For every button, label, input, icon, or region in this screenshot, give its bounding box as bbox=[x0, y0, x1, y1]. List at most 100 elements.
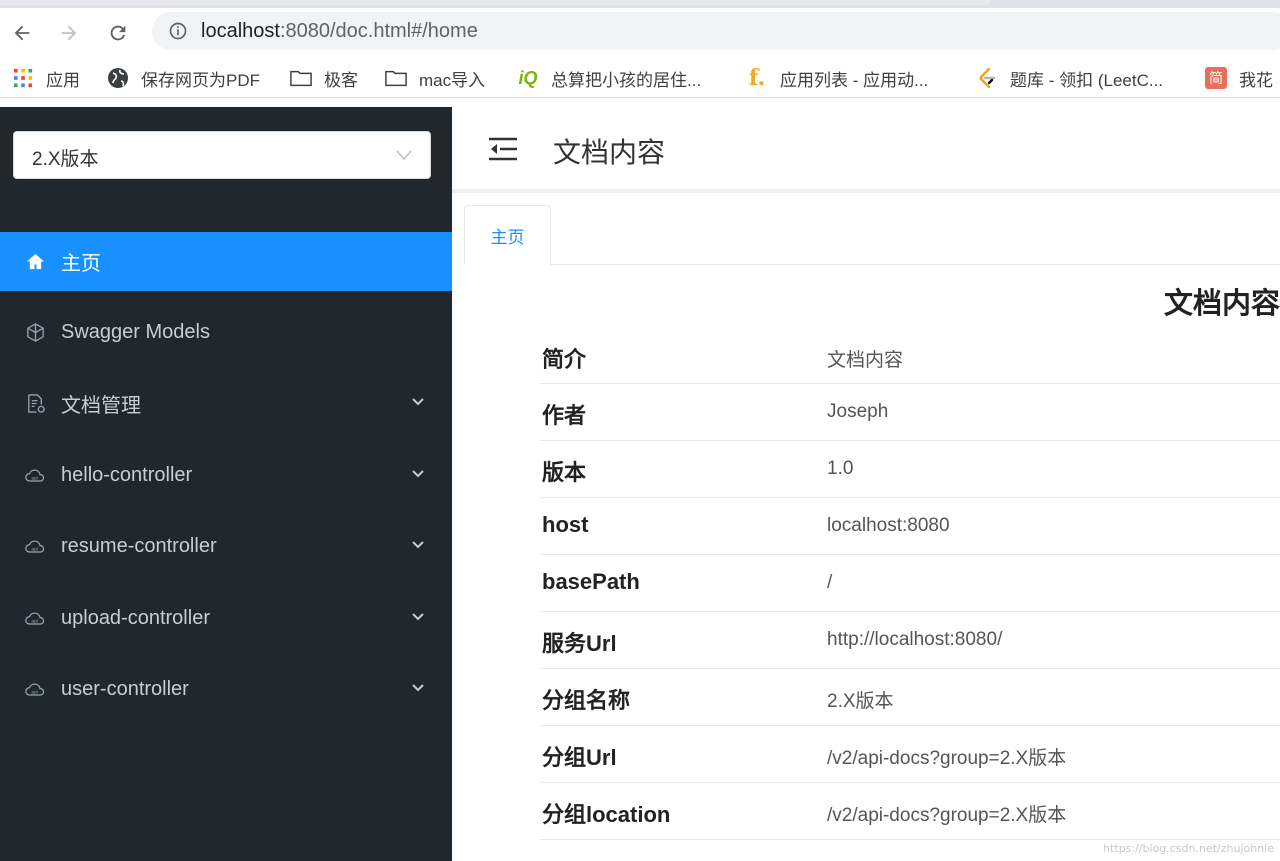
bookmark-label: 应用列表 - 应用动... bbox=[780, 70, 929, 90]
app-root: 2.X版本 主页 Swagger Models 文档管理 api hello-c… bbox=[0, 107, 1280, 861]
leetcode-icon bbox=[976, 67, 998, 89]
folder-icon bbox=[385, 67, 407, 89]
bookmark-label: mac导入 bbox=[419, 70, 486, 90]
browser-tabstrip bbox=[0, 0, 1280, 8]
row-value: Joseph bbox=[827, 401, 889, 422]
iq-logo-icon: iQ bbox=[518, 67, 538, 88]
sidebar-item-resume-controller[interactable]: api resume-controller bbox=[0, 517, 452, 576]
doc-info-table: 简介 文档内容 作者 Joseph 版本 1.0 host localhost:… bbox=[540, 334, 1280, 840]
table-row: 分组名称 2.X版本 bbox=[540, 669, 1280, 726]
sidebar-item-label: 文档管理 bbox=[61, 395, 141, 417]
sidebar-item-label: Swagger Models bbox=[61, 321, 210, 343]
reload-button[interactable] bbox=[103, 18, 133, 48]
row-value: 1.0 bbox=[827, 458, 854, 479]
sidebar-item-user-controller[interactable]: api user-controller bbox=[0, 660, 452, 719]
bookmark-app-list[interactable]: f. 应用列表 - 应用动... bbox=[746, 65, 929, 91]
active-tab-edge bbox=[0, 0, 990, 5]
url-text[interactable]: localhost:8080/doc.html#/home bbox=[201, 20, 478, 43]
row-value: /v2/api-docs?group=2.X版本 bbox=[827, 748, 1067, 769]
chevron-down-icon bbox=[412, 398, 424, 406]
forward-button[interactable] bbox=[54, 18, 84, 48]
row-key: 简介 bbox=[542, 347, 587, 372]
folder-icon bbox=[290, 67, 312, 89]
table-row: basePath / bbox=[540, 555, 1280, 612]
row-value: / bbox=[827, 572, 833, 593]
chevron-down-icon bbox=[396, 150, 412, 161]
table-row: 简介 文档内容 bbox=[540, 334, 1280, 384]
doc-settings-icon bbox=[24, 393, 46, 415]
arrow-right-icon bbox=[61, 25, 77, 41]
apps-grid-icon bbox=[12, 67, 34, 89]
bookmark-label: 应用 bbox=[46, 70, 80, 90]
api-cloud-icon: api bbox=[24, 536, 46, 558]
url-host: localhost bbox=[201, 20, 280, 42]
chevron-down-icon bbox=[412, 470, 424, 478]
svg-text:api: api bbox=[31, 476, 38, 482]
row-key: 分组Url bbox=[542, 745, 617, 770]
sidebar-item-swagger-models[interactable]: Swagger Models bbox=[0, 303, 452, 362]
bookmark-folder-mac-import[interactable]: mac导入 bbox=[385, 66, 485, 90]
main-content: 文档内容 主页 文档内容 简介 文档内容 作者 Joseph 版本 1.0 ho… bbox=[452, 107, 1280, 861]
chevron-down-icon bbox=[412, 541, 424, 549]
sidebar-item-label: hello-controller bbox=[61, 464, 193, 486]
row-key: 分组名称 bbox=[542, 688, 631, 713]
bookmark-article[interactable]: iQ 总算把小孩的居住... bbox=[517, 66, 701, 90]
sidebar-item-label: 主页 bbox=[61, 253, 101, 275]
chevron-down-icon bbox=[412, 684, 424, 692]
sidebar-item-hello-controller[interactable]: api hello-controller bbox=[0, 446, 452, 505]
table-row: host localhost:8080 bbox=[540, 498, 1280, 555]
sidebar: 2.X版本 主页 Swagger Models 文档管理 api hello-c… bbox=[0, 107, 452, 861]
sidebar-item-label: resume-controller bbox=[61, 535, 217, 557]
bookmark-save-pdf[interactable]: 保存网页为PDF bbox=[107, 66, 260, 90]
sidebar-item-home[interactable]: 主页 bbox=[0, 232, 452, 291]
bookmark-label: 我花 bbox=[1239, 70, 1273, 90]
f-logo-icon: f. bbox=[748, 65, 766, 91]
row-value: localhost:8080 bbox=[827, 515, 950, 536]
sidebar-item-label: user-controller bbox=[61, 678, 189, 700]
sidebar-item-label: upload-controller bbox=[61, 607, 210, 629]
bookmark-leetcode[interactable]: 题库 - 领扣 (LeetC... bbox=[976, 66, 1163, 90]
arrow-left-icon bbox=[14, 25, 30, 41]
bookmarks-bar: 应用 保存网页为PDF 极客 mac导入 iQ 总算把小孩的居住... f. 应… bbox=[0, 58, 1280, 98]
sidebar-item-upload-controller[interactable]: api upload-controller bbox=[0, 589, 452, 648]
reload-icon bbox=[110, 25, 126, 41]
svg-text:api: api bbox=[31, 690, 38, 696]
chevron-down-icon bbox=[412, 613, 424, 621]
bookmark-label: 保存网页为PDF bbox=[141, 70, 260, 90]
table-row: 服务Url http://localhost:8080/ bbox=[540, 612, 1280, 669]
browser-toolbar: localhost:8080/doc.html#/home bbox=[0, 8, 1280, 58]
api-cloud-icon: api bbox=[24, 465, 46, 487]
sidebar-item-doc-management[interactable]: 文档管理 bbox=[0, 374, 452, 433]
bookmark-folder-geek[interactable]: 极客 bbox=[290, 66, 358, 90]
svg-text:api: api bbox=[31, 619, 38, 625]
back-button[interactable] bbox=[7, 18, 37, 48]
row-value: 2.X版本 bbox=[827, 691, 894, 712]
row-value: http://localhost:8080/ bbox=[827, 629, 1003, 650]
page-title: 文档内容 bbox=[553, 137, 666, 168]
row-key: basePath bbox=[542, 569, 640, 594]
row-key: 作者 bbox=[542, 403, 587, 428]
bookmark-label: 极客 bbox=[324, 70, 358, 90]
api-cloud-icon: api bbox=[24, 608, 46, 630]
url-path: :8080/doc.html#/home bbox=[279, 20, 478, 42]
address-bar[interactable]: localhost:8080/doc.html#/home bbox=[152, 12, 1280, 50]
bookmark-jianshu[interactable]: 简 我花 bbox=[1205, 66, 1273, 90]
tab-home[interactable]: 主页 bbox=[464, 205, 551, 265]
home-icon bbox=[24, 251, 46, 273]
tab-bar: 主页 bbox=[464, 205, 1280, 265]
bookmark-apps[interactable]: 应用 bbox=[12, 66, 80, 90]
row-value: 文档内容 bbox=[827, 350, 904, 371]
table-row: 分组location /v2/api-docs?group=2.X版本 bbox=[540, 783, 1280, 840]
bookmark-label: 题库 - 领扣 (LeetC... bbox=[1010, 70, 1164, 90]
svg-text:api: api bbox=[31, 547, 38, 553]
row-value: /v2/api-docs?group=2.X版本 bbox=[827, 805, 1067, 826]
cube-icon bbox=[24, 322, 46, 344]
info-icon[interactable] bbox=[168, 21, 188, 41]
version-select[interactable]: 2.X版本 bbox=[13, 131, 431, 179]
doc-title: 文档内容 bbox=[1164, 288, 1280, 320]
row-key: host bbox=[542, 512, 589, 537]
globe-icon bbox=[107, 67, 129, 89]
watermark: https://blog.csdn.net/zhujohnle bbox=[1103, 842, 1274, 855]
menu-fold-icon[interactable] bbox=[488, 135, 518, 163]
jianshu-icon: 简 bbox=[1205, 67, 1227, 89]
